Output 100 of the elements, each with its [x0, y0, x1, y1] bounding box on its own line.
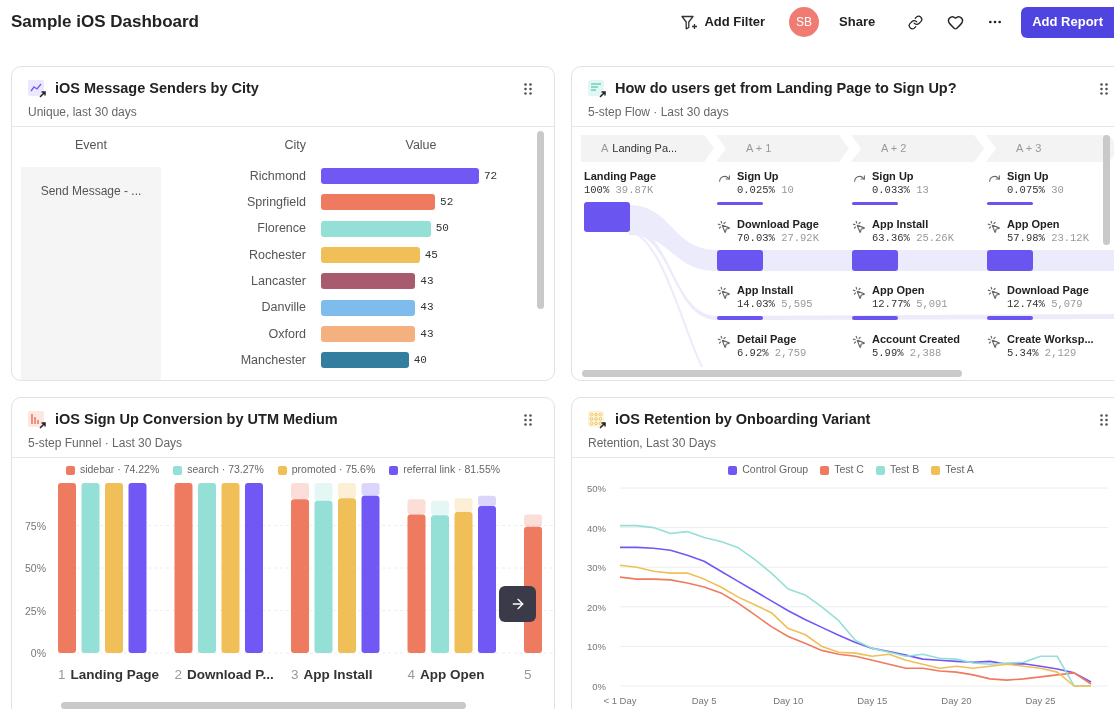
node-name: Landing Page [584, 169, 657, 183]
legend-label[interactable]: Test B [889, 462, 920, 478]
axis-tick-label: 0% [30, 647, 46, 659]
scrollbar[interactable] [537, 131, 544, 309]
flow-node-bar[interactable] [717, 316, 763, 320]
city-label: Richmond [248, 167, 306, 185]
step-header: A + 3 [986, 135, 1114, 162]
bar[interactable] [454, 511, 473, 653]
line[interactable] [619, 546, 1092, 683]
flow-node-bar[interactable] [987, 250, 1033, 271]
card-title: How do users get from Landing Page to Sign Up? [615, 79, 957, 98]
card-subtitle: 5-step Funnel · Last 30 Days [28, 434, 184, 452]
drag-handle-icon[interactable] [524, 82, 532, 95]
share-button[interactable]: Share [833, 7, 882, 37]
drag-handle-icon[interactable] [524, 413, 532, 426]
legend-label[interactable]: Test A [945, 462, 974, 478]
step-label: 5 [524, 667, 532, 682]
card-title: iOS Message Senders by City [55, 79, 259, 98]
city-label: Rochester [248, 246, 306, 264]
legend-label[interactable]: Test C [834, 462, 864, 478]
step-header: A + 1 [716, 135, 849, 162]
value-label: 43 [420, 300, 434, 316]
node-percent: 0.075% [1007, 184, 1045, 196]
flow-node-bar[interactable] [852, 316, 898, 320]
axis-tick-label: 50% [587, 483, 606, 494]
node-count: 2,129 [1044, 347, 1077, 359]
node-percent: 70.03% [737, 232, 775, 244]
drag-handle-icon[interactable] [1100, 82, 1108, 95]
axis-tick-label: 30% [587, 562, 606, 574]
node-name: App Install [737, 283, 795, 297]
city-label: Lancaster [250, 272, 306, 290]
step-label: 1 Landing Page [58, 667, 160, 682]
city-label: Springfield [245, 194, 306, 212]
legend-label[interactable]: referral link · 81.55% [403, 462, 501, 478]
curved-arrow-icon [717, 172, 731, 185]
node-name: Detail Page [737, 332, 798, 346]
bar[interactable] [291, 499, 309, 653]
node-count: 10 [781, 184, 794, 196]
bar[interactable] [128, 483, 147, 653]
legend-label[interactable]: search · 73.27% [187, 462, 264, 478]
node-name: App Open [1007, 217, 1061, 231]
value-label: 72 [484, 168, 498, 184]
node-percent: 14.03% [737, 298, 775, 310]
axis-tick-label: 20% [587, 601, 606, 613]
value-label: 43 [420, 274, 434, 290]
bar[interactable] [81, 483, 100, 653]
click-icon [852, 220, 866, 234]
node-count: 13 [916, 184, 929, 196]
node-percent: 6.92% [737, 347, 769, 359]
step-header: A + 2 [851, 135, 984, 162]
column-header: Value [404, 136, 438, 154]
axis-tick-label: Day 25 [1025, 695, 1056, 706]
flow-node-bar[interactable] [717, 202, 763, 205]
bar[interactable] [221, 483, 240, 653]
legend-label[interactable]: sidebar · 74.22% [79, 462, 160, 478]
bar[interactable] [58, 483, 76, 653]
scrollbar[interactable] [1103, 135, 1110, 245]
node-count: 2,759 [774, 347, 807, 359]
flow-node-bar[interactable] [987, 202, 1033, 205]
flow-node-bar[interactable] [717, 250, 763, 271]
axis-tick-label: Day 20 [941, 695, 972, 706]
legend-label[interactable]: promoted · 75.6% [291, 462, 376, 478]
grid-chart-icon [588, 410, 606, 429]
next-button[interactable] [499, 586, 536, 622]
column-header: Event [74, 136, 108, 154]
node-percent: 63.36% [872, 232, 910, 244]
column-header: City [283, 136, 306, 154]
bar-chart-icon [28, 410, 46, 429]
value-label: 45 [424, 247, 438, 263]
flow-node-bar[interactable] [852, 250, 898, 271]
bar[interactable] [198, 483, 216, 653]
scrollbar[interactable] [61, 702, 466, 709]
axis-tick-label: 10% [587, 641, 606, 653]
card-subtitle: 5-step Flow · Last 30 days [588, 103, 730, 121]
curved-arrow-icon [852, 172, 866, 185]
axis-tick-label: 75% [25, 519, 46, 532]
bar[interactable] [105, 483, 123, 653]
bar[interactable] [431, 515, 449, 653]
bar[interactable] [245, 483, 263, 653]
bar[interactable] [314, 500, 333, 653]
node-count: 5,079 [1051, 298, 1083, 310]
scrollbar[interactable] [582, 370, 962, 377]
filter-icon [681, 14, 699, 30]
flow-node-bar[interactable] [852, 202, 898, 205]
bar[interactable] [174, 483, 193, 653]
node-name: Account Created [872, 332, 961, 346]
flow-node-bar[interactable] [584, 202, 630, 232]
legend-label[interactable]: Control Group [742, 462, 809, 478]
bar[interactable] [407, 514, 426, 653]
add-report-button[interactable]: Add Report [1021, 6, 1114, 38]
bar[interactable] [361, 495, 380, 653]
drag-handle-icon[interactable] [1100, 413, 1108, 426]
axis-tick-label: Day 5 [691, 695, 717, 706]
click-icon [987, 335, 1001, 349]
bar[interactable] [338, 498, 356, 653]
node-name: Download Page [737, 217, 819, 231]
click-icon [717, 286, 731, 300]
flow-node-bar[interactable] [987, 316, 1033, 320]
node-name: Create Worksp... [1007, 332, 1094, 346]
add-filter-button[interactable]: Add Filter [675, 7, 772, 37]
